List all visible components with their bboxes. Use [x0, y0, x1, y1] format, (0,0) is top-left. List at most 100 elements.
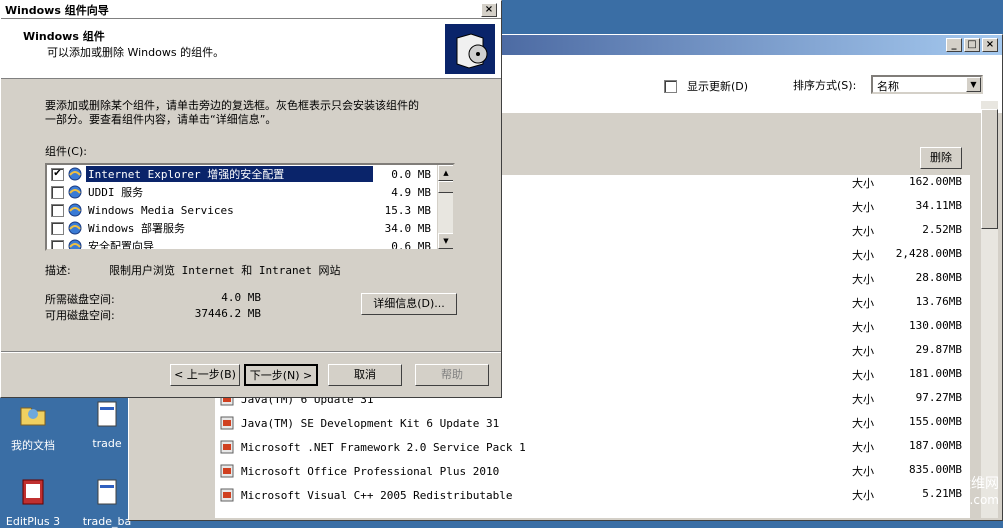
size-label: 大小: [852, 345, 874, 358]
size-row: 大小 130.00MB: [852, 319, 962, 335]
required-space-value: 4.0 MB: [221, 291, 261, 304]
components-list[interactable]: ✔ Internet Explorer 增强的安全配置 0.0 MB UDDI 服务 4…: [45, 163, 455, 251]
desktop-icon-editplus[interactable]: EditPlus 3: [0, 476, 68, 528]
size-row: 大小 29.87MB: [852, 343, 962, 359]
instructions-line-1: 要添加或删除某个组件，请单击旁边的复选框。灰色框表示只会安装该组件的: [45, 99, 419, 112]
components-box-icon: [445, 24, 495, 74]
list-scrollbar[interactable]: ▲ ▼: [437, 165, 453, 249]
program-row[interactable]: Microsoft Office Professional Plus 2010: [219, 463, 499, 479]
sort-value: 名称: [877, 80, 899, 93]
program-row[interactable]: Microsoft .NET Framework 2.0 Service Pac…: [219, 439, 526, 455]
office-icon: [220, 464, 234, 478]
size-label: 大小: [852, 369, 874, 382]
minimize-button[interactable]: _: [946, 38, 962, 52]
size-value: 155.00MB: [909, 415, 962, 428]
component-row[interactable]: UDDI 服务 4.9 MB: [47, 183, 453, 201]
vertical-scrollbar[interactable]: [981, 101, 998, 518]
program-name: Java(TM) SE Development Kit 6 Update 31: [241, 416, 500, 430]
header-title: Windows 组件: [23, 30, 105, 43]
maximize-button[interactable]: □: [964, 38, 980, 52]
size-row: 大小 34.11MB: [852, 199, 962, 215]
size-label: 大小: [852, 273, 874, 286]
program-row[interactable]: Java(TM) SE Development Kit 6 Update 31: [219, 415, 499, 431]
size-value: 2.52MB: [922, 223, 962, 236]
size-row: 大小 13.76MB: [852, 295, 962, 311]
scroll-down-button[interactable]: ▼: [438, 233, 453, 249]
size-value: 181.00MB: [909, 367, 962, 380]
size-label: 大小: [852, 417, 874, 430]
size-value: 2,428.00MB: [895, 247, 962, 260]
component-checkbox[interactable]: [51, 239, 64, 249]
desktop-icon-my-documents[interactable]: 我的文档: [0, 398, 68, 453]
component-name: UDDI 服务: [88, 186, 144, 199]
available-space-label: 可用磁盘空间:: [45, 309, 115, 322]
program-name: Microsoft Visual C++ 2005 Redistributabl…: [241, 488, 513, 502]
wizard-header: Windows 组件 可以添加或删除 Windows 的组件。: [1, 19, 501, 79]
size-value: 13.76MB: [915, 295, 962, 308]
dialog-title: Windows 组件向导: [1, 1, 501, 19]
scroll-thumb[interactable]: [438, 181, 453, 193]
required-space-label: 所需磁盘空间:: [45, 293, 115, 306]
size-label: 大小: [852, 441, 874, 454]
close-button[interactable]: ×: [982, 38, 998, 52]
sort-select[interactable]: 名称 ▼: [871, 75, 983, 94]
program-name: Microsoft Office Professional Plus 2010: [241, 464, 500, 478]
description-value: 限制用户浏览 Internet 和 Intranet 网站: [109, 264, 341, 277]
component-name: Windows 部署服务: [88, 222, 185, 235]
details-button[interactable]: 详细信息(D)...: [361, 293, 457, 315]
component-name: Internet Explorer 增强的安全配置: [86, 166, 373, 182]
component-row[interactable]: Windows 部署服务 34.0 MB: [47, 219, 453, 237]
size-row: 大小 28.80MB: [852, 271, 962, 287]
close-button[interactable]: ×: [481, 3, 497, 17]
size-label: 大小: [852, 177, 874, 190]
size-label: 大小: [852, 489, 874, 502]
size-label: 大小: [852, 321, 874, 334]
program-row[interactable]: Microsoft Visual C++ 2005 Redistributabl…: [219, 487, 513, 503]
size-row: 大小 155.00MB: [852, 415, 962, 431]
description-label: 描述:: [45, 264, 71, 277]
installer-icon: [220, 488, 234, 502]
chevron-down-icon[interactable]: ▼: [966, 77, 981, 92]
component-checkbox[interactable]: [51, 203, 64, 217]
installer-icon: [220, 440, 234, 454]
delete-button[interactable]: 删除: [920, 147, 962, 169]
back-button[interactable]: < 上一步(B): [170, 364, 240, 386]
ie-icon: [68, 167, 82, 181]
next-button[interactable]: 下一步(N) >: [244, 364, 318, 386]
desktop-icon-label: EditPlus 3: [5, 515, 61, 528]
help-button[interactable]: 帮助: [415, 364, 489, 386]
watermark: 运维网 iyunv.com: [889, 473, 999, 517]
show-updates-checkbox[interactable]: [664, 79, 677, 93]
component-row[interactable]: Windows Media Services 15.3 MB: [47, 201, 453, 219]
size-label: 大小: [852, 249, 874, 262]
size-value: 162.00MB: [909, 175, 962, 188]
notepad-file-icon: [97, 479, 117, 505]
size-row: 大小 181.00MB: [852, 367, 962, 383]
component-checkbox[interactable]: [51, 185, 64, 199]
separator: [1, 351, 501, 353]
media-services-icon: [68, 203, 82, 217]
scroll-thumb[interactable]: [981, 109, 998, 229]
components-wizard-dialog: Windows 组件向导 × Windows 组件 可以添加或删除 Window…: [0, 0, 502, 398]
component-checkbox[interactable]: ✔: [51, 167, 64, 181]
component-row[interactable]: 安全配置向导 0.6 MB: [47, 237, 453, 249]
size-label: 大小: [852, 393, 874, 406]
size-row: 大小 162.00MB: [852, 175, 962, 191]
component-checkbox[interactable]: [51, 221, 64, 235]
size-row: 大小 97.27MB: [852, 391, 962, 407]
size-value: 130.00MB: [909, 319, 962, 332]
size-row: 大小 187.00MB: [852, 439, 962, 455]
computer-icon: [68, 221, 82, 235]
cancel-button[interactable]: 取消: [328, 364, 402, 386]
folder-documents-icon: [20, 407, 46, 426]
component-row[interactable]: ✔ Internet Explorer 增强的安全配置 0.0 MB: [47, 165, 453, 183]
components-label: 组件(C):: [45, 145, 87, 158]
security-icon: [68, 239, 82, 249]
size-label: 大小: [852, 201, 874, 214]
size-label: 大小: [852, 297, 874, 310]
show-updates-toggle[interactable]: 显示更新(D): [664, 78, 748, 94]
size-label: 大小: [852, 465, 874, 478]
scroll-up-button[interactable]: ▲: [438, 165, 453, 181]
watermark-text-2: iyunv.com: [937, 493, 999, 507]
size-value: 29.87MB: [915, 343, 962, 356]
